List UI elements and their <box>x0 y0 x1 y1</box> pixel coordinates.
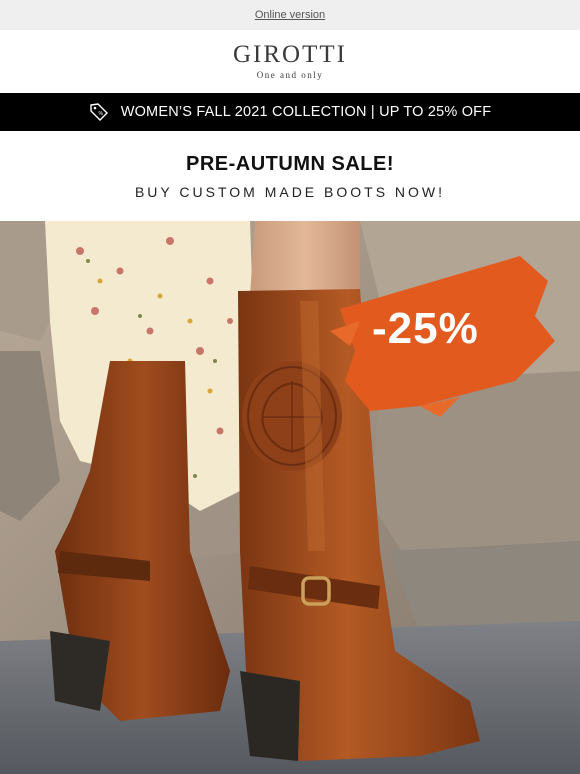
promo-banner[interactable]: % WOMEN’S FALL 2021 COLLECTION | UP TO 2… <box>0 93 580 131</box>
sale-subtitle: BUY CUSTOM MADE BOOTS NOW! <box>134 184 446 200</box>
brand-header: GIROTTI One and only <box>0 30 580 93</box>
brand-tagline: One and only <box>256 70 324 80</box>
sale-title: PRE-AUTUMN SALE! <box>186 153 394 175</box>
online-version-link[interactable]: Online version <box>255 9 325 21</box>
promo-text: WOMEN’S FALL 2021 COLLECTION | UP TO 25%… <box>120 104 492 120</box>
brand-logo[interactable]: GIROTTI <box>0 42 580 68</box>
svg-text:%: % <box>98 111 103 117</box>
discount-badge-label: -25% <box>372 304 479 353</box>
leg <box>250 221 360 296</box>
price-tag-icon: % <box>89 102 109 122</box>
online-version-bar: Online version <box>0 0 580 30</box>
sale-headline: PRE-AUTUMN SALE! BUY CUSTOM MADE BOOTS N… <box>0 131 580 221</box>
